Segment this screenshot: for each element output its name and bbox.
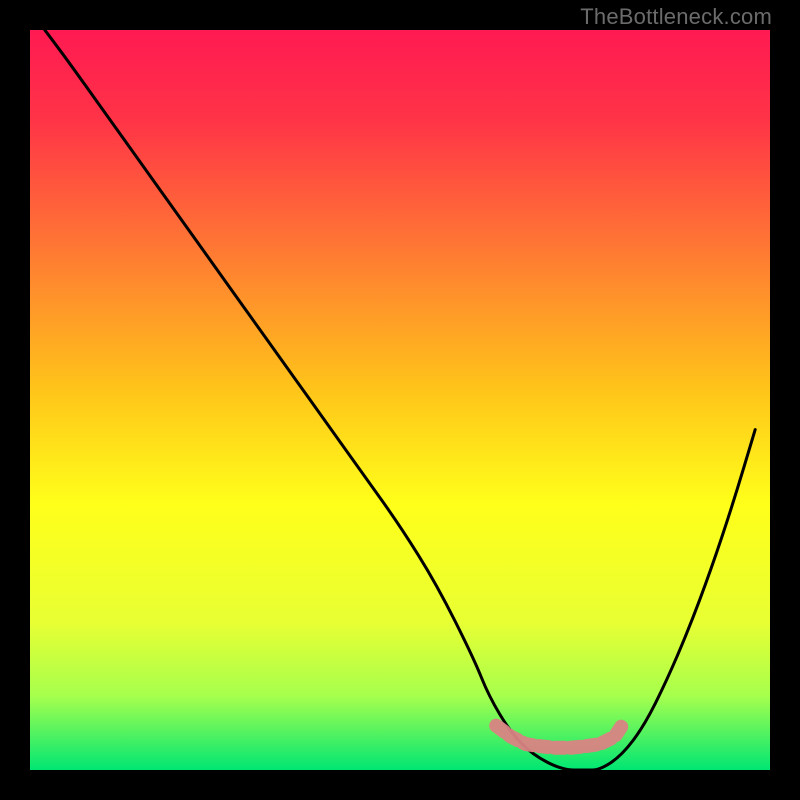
chart-container: { "watermark": "TheBottleneck.com", "cha… (0, 0, 800, 800)
watermark-text: TheBottleneck.com (580, 4, 772, 30)
bottleneck-chart (0, 0, 800, 800)
plot-background (30, 30, 770, 770)
